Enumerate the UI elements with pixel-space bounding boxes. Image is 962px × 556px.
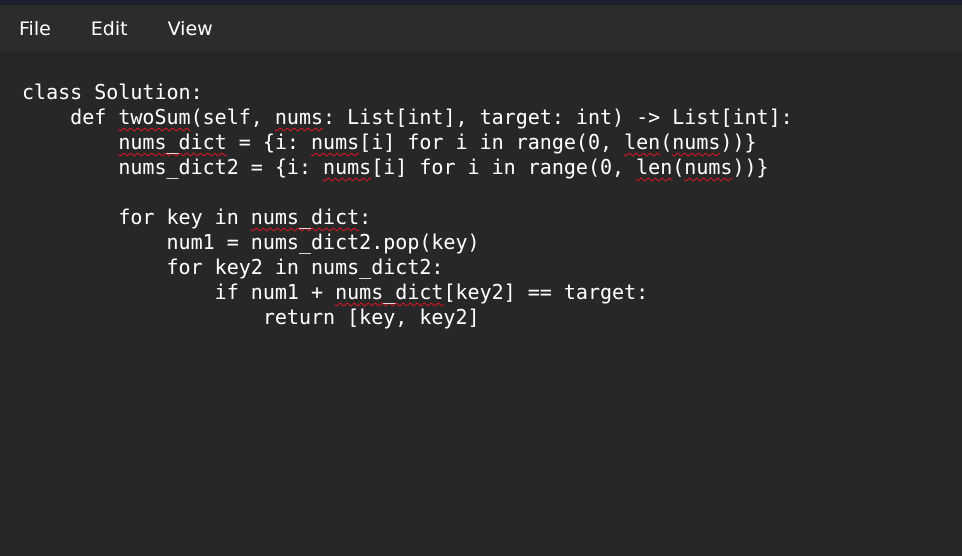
code-line: nums_dict2 = {i: nums[i] for i in range(… <box>22 155 793 180</box>
code-segment: : List[int], target: int) -> List[int]: <box>323 105 793 129</box>
spellcheck-flagged-word: nums <box>323 155 372 179</box>
code-segment: num1 = nums_dict2.pop(key) <box>22 230 480 254</box>
code-segment: if num1 + <box>22 280 336 304</box>
code-segment: nums_dict2 = {i: <box>22 155 324 179</box>
spellcheck-flagged-word: twoSum <box>118 105 191 129</box>
code-segment: : <box>359 205 372 229</box>
spellcheck-flagged-word: len <box>624 130 661 154</box>
code-segment: for key in <box>22 205 251 229</box>
code-segment: = {i: <box>226 130 311 154</box>
code-line: def twoSum(self, nums: List[int], target… <box>22 105 793 130</box>
code-text[interactable]: class Solution: def twoSum(self, nums: L… <box>22 80 793 330</box>
code-segment: class Solution: <box>22 80 203 104</box>
menu-file[interactable]: File <box>19 18 51 40</box>
code-line: return [key, key2] <box>22 305 793 330</box>
code-line: for key2 in nums_dict2: <box>22 255 793 280</box>
spellcheck-flagged-word: nums <box>274 105 324 129</box>
code-line: if num1 + nums_dict[key2] == target: <box>22 280 793 305</box>
code-segment: [i] for i in range(0, <box>359 130 625 154</box>
code-line: nums_dict = {i: nums[i] for i in range(0… <box>22 130 793 155</box>
notepad-window: File Edit View class Solution: def twoSu… <box>0 0 962 556</box>
code-segment: def <box>22 105 119 129</box>
menu-bar: File Edit View <box>0 5 962 53</box>
spellcheck-flagged-word: nums <box>311 130 360 154</box>
code-segment: [i] for i in range(0, <box>371 155 637 179</box>
spellcheck-flagged-word: len <box>636 155 673 179</box>
menu-edit[interactable]: Edit <box>91 18 128 40</box>
code-segment: (self, <box>190 105 275 129</box>
code-segment: for key2 in nums_dict2: <box>22 255 444 279</box>
spellcheck-flagged-word: nums <box>672 130 721 154</box>
spellcheck-flagged-word: nums_dict <box>250 205 360 229</box>
code-segment: ))} <box>720 130 757 154</box>
code-segment: return [key, key2] <box>22 305 480 329</box>
code-segment: ( <box>672 155 685 179</box>
code-segment: [key2] == target: <box>443 280 649 304</box>
code-line: num1 = nums_dict2.pop(key) <box>22 230 793 255</box>
menu-view[interactable]: View <box>168 18 213 40</box>
spellcheck-flagged-word: nums_dict <box>118 130 227 154</box>
code-line: for key in nums_dict: <box>22 205 793 230</box>
spellcheck-flagged-word: nums_dict <box>335 280 444 304</box>
text-editor-area[interactable]: class Solution: def twoSum(self, nums: L… <box>0 53 962 556</box>
spellcheck-flagged-word: nums <box>684 155 733 179</box>
code-segment: ))} <box>732 155 769 179</box>
code-line: class Solution: <box>22 80 793 105</box>
code-segment: ( <box>660 130 673 154</box>
